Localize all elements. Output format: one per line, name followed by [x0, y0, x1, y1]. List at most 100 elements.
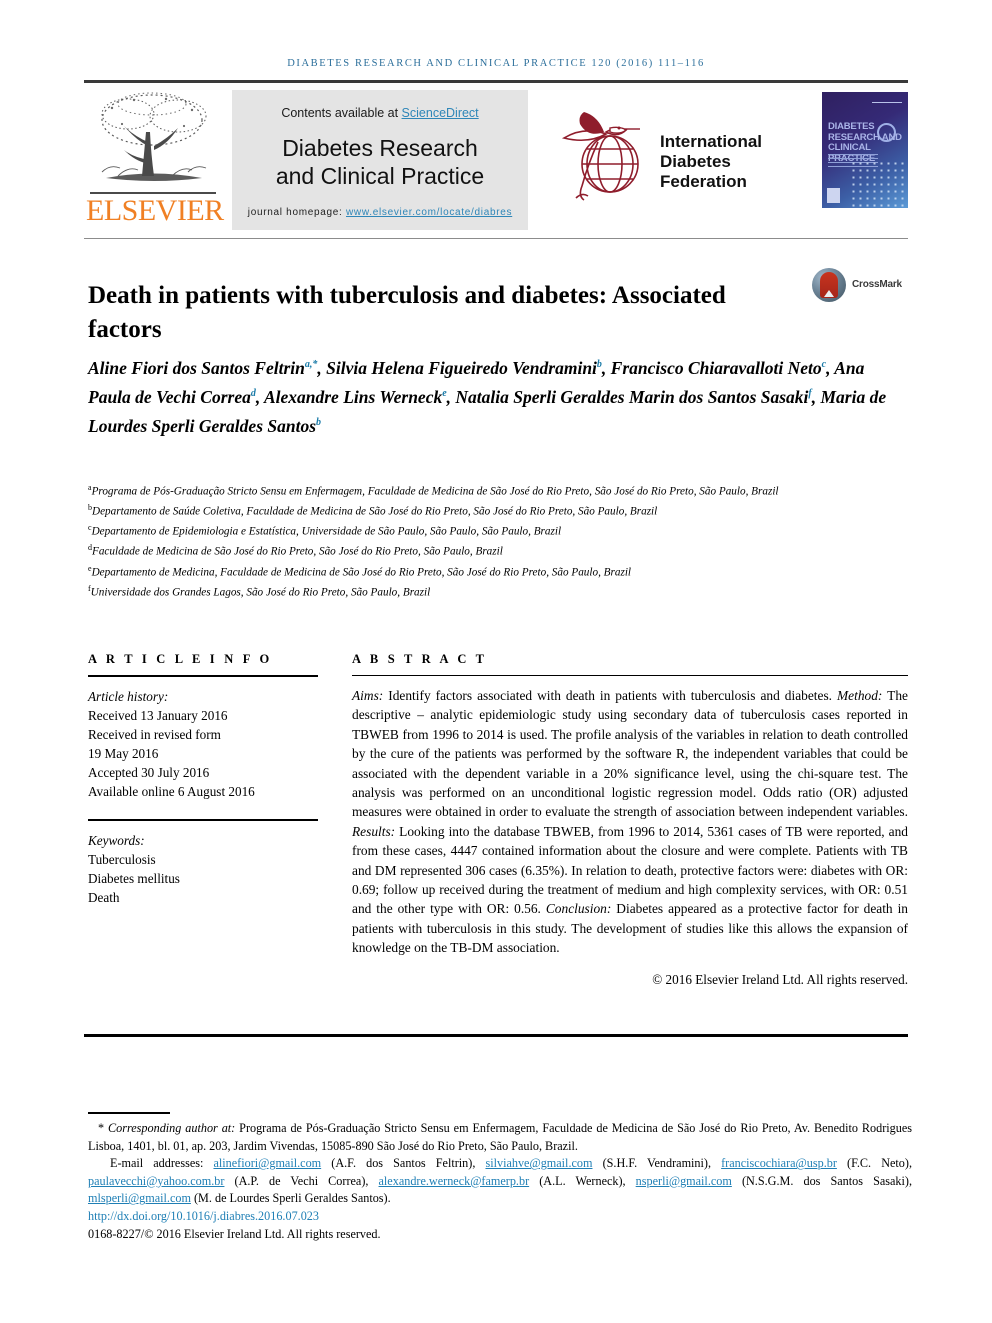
abstract-section-label: Aims: — [352, 688, 384, 703]
journal-title-line-2: and Clinical Practice — [275, 163, 485, 189]
elsevier-tree-icon — [101, 92, 207, 181]
email-link[interactable]: paulavecchi@yahoo.com.br — [88, 1174, 224, 1188]
email-link[interactable]: alinefiori@gmail.com — [213, 1156, 321, 1170]
abstract-body: Aims: Identify factors associated with d… — [352, 686, 908, 958]
article-info-rule — [88, 675, 318, 677]
journal-title-line-1: Diabetes Research — [282, 135, 478, 161]
journal-cover-thumbnail: DIABETES RESEARCH AND CLINICAL PRACTICE — [822, 92, 908, 208]
contents-prefix: Contents available at — [281, 106, 402, 120]
journal-banner: Contents available at ScienceDirect Diab… — [232, 90, 528, 230]
article-history-item: Available online 6 August 2016 — [88, 784, 255, 799]
abstract-section-label: Results: — [352, 823, 396, 839]
affiliation-text: Departamento de Epidemiologia e Estatíst… — [91, 526, 562, 539]
doi-link[interactable]: http://dx.doi.org/10.1016/j.diabres.2016… — [88, 1208, 912, 1226]
journal-masthead: ELSEVIER Contents available at ScienceDi… — [84, 88, 908, 233]
article-info-heading: A R T I C L E I N F O — [88, 652, 273, 666]
abstract-section-text: Identify factors associated with death i… — [383, 688, 838, 703]
abstract-copyright: © 2016 Elsevier Ireland Ltd. All rights … — [652, 971, 908, 987]
email-link[interactable]: silviahve@gmail.com — [485, 1156, 592, 1170]
keyword-item: Diabetes mellitus — [88, 871, 180, 886]
affiliation-item: bDepartamento de Saúde Coletiva, Faculda… — [88, 500, 912, 520]
email-person: (N.S.G.M. dos Santos Sasaki), — [731, 1173, 912, 1188]
idf-logo: International Diabetes Federation — [554, 102, 794, 214]
journal-homepage-link[interactable]: www.elsevier.com/locate/diabres — [346, 207, 512, 218]
footer-rule — [84, 1034, 908, 1037]
affiliation-text: Programa de Pós-Graduação Stricto Sensu … — [91, 485, 779, 498]
abstract-section-text: The descriptive – analytic epidemiologic… — [352, 688, 908, 820]
affiliation-item: aPrograma de Pós-Graduação Stricto Sensu… — [88, 480, 912, 500]
footnote-divider — [88, 1112, 170, 1114]
cover-text-lines — [828, 154, 878, 155]
email-person: (M. de Lourdes Sperli Geraldes Santos). — [190, 1191, 391, 1206]
affiliation-text: Faculdade de Medicina de São José do Rio… — [92, 546, 503, 559]
idf-hummingbird-globe-icon — [561, 112, 640, 201]
footnotes: * Corresponding author at: Programa de P… — [88, 1120, 912, 1243]
cover-publisher-badge — [827, 188, 840, 203]
affiliation-list: aPrograma de Pós-Graduação Stricto Sensu… — [88, 480, 912, 601]
article-history-item: Received in revised form — [88, 727, 221, 742]
keywords-items: Tuberculosis Diabetes mellitus Death — [88, 850, 318, 907]
issn-copyright-line: 0168-8227/© 2016 Elsevier Ireland Ltd. A… — [88, 1226, 381, 1241]
email-person: (A.P. de Vechi Correa), — [224, 1173, 379, 1188]
article-info-column: A R T I C L E I N F O Article history: R… — [88, 652, 318, 907]
email-person: (F.C. Neto), — [836, 1156, 912, 1171]
sciencedirect-link[interactable]: ScienceDirect — [402, 106, 479, 120]
article-history-item: Accepted 30 July 2016 — [88, 765, 210, 780]
article-history-items: Received 13 January 2016 Received in revi… — [88, 706, 318, 801]
abstract-section: Method: The descriptive – analytic epide… — [352, 688, 908, 819]
affiliation-text: Departamento de Saúde Coletiva, Faculdad… — [92, 505, 658, 518]
cover-title-line-1: DIABETES — [828, 121, 875, 132]
keyword-item: Tuberculosis — [88, 852, 156, 867]
email-addresses-list: alinefiori@gmail.com (A.F. dos Santos Fe… — [88, 1156, 912, 1205]
journal-title: Diabetes Research and Clinical Practice — [232, 134, 528, 190]
affiliation-item: dFaculdade de Medicina de São José do Ri… — [88, 540, 912, 560]
email-link[interactable]: mlsperli@gmail.com — [88, 1191, 191, 1205]
affiliation-item: eDepartamento de Medicina, Faculdade de … — [88, 561, 912, 581]
affiliation-item: cDepartamento de Epidemiologia e Estatís… — [88, 520, 912, 540]
article-history-item: Received 13 January 2016 — [88, 708, 228, 723]
idf-wordmark: International Diabetes Federation — [660, 132, 762, 192]
idf-line-1: International — [660, 132, 763, 151]
corresponding-asterisk: * — [98, 1121, 109, 1135]
article-history-item: 19 May 2016 — [88, 746, 159, 761]
abstract-column: A B S T R A C T Aims: Identify factors a… — [352, 652, 908, 988]
email-link[interactable]: franciscochiara@usp.br — [721, 1156, 837, 1170]
article-first-page: Diabetes research and clinical practice … — [0, 0, 992, 1323]
author-list: Aline Fiori dos Santos Feltrina,*, Silvi… — [88, 357, 887, 436]
article-history: Article history: Received 13 January 201… — [88, 687, 318, 801]
masthead-rule — [84, 238, 908, 239]
sciencedirect-line: Contents available at ScienceDirect — [232, 106, 528, 120]
elsevier-wordmark: ELSEVIER — [86, 194, 224, 227]
email-person: (S.H.F. Vendramini), — [592, 1156, 722, 1171]
keywords-label: Keywords: — [88, 833, 145, 848]
crossmark-badge[interactable]: CrossMark — [812, 268, 922, 308]
email-person: (A.L. Werneck), — [529, 1173, 636, 1188]
abstract-section-label: Method: — [837, 688, 883, 703]
idf-line-2: Diabetes — [660, 152, 731, 171]
abstract-rule — [352, 675, 908, 676]
journal-homepage-line: journal homepage: www.elsevier.com/locat… — [232, 207, 528, 218]
email-link[interactable]: nsperli@gmail.com — [636, 1174, 732, 1188]
abstract-section-label: Conclusion: — [545, 901, 612, 917]
idf-line-3: Federation — [660, 172, 747, 191]
page-title: Death in patients with tuberculosis and … — [88, 281, 726, 343]
crossmark-icon — [812, 268, 846, 302]
email-person: (A.F. dos Santos Feltrin), — [321, 1156, 486, 1171]
homepage-label: journal homepage: — [247, 207, 346, 218]
cover-dot-pattern — [850, 160, 908, 208]
keywords-block: Keywords: Tuberculosis Diabetes mellitus D… — [88, 831, 318, 907]
cover-top-rule — [872, 102, 902, 103]
running-head: Diabetes research and clinical practice … — [287, 58, 705, 69]
email-addresses-note: E-mail addresses: alinefiori@gmail.com (… — [88, 1155, 912, 1208]
affiliation-text: Departamento de Medicina, Faculdade de M… — [91, 566, 632, 579]
abstract-section: Aims: Identify factors associated with d… — [352, 688, 837, 703]
crossmark-label: CrossMark — [852, 279, 902, 290]
header-rule — [84, 80, 908, 83]
corresponding-author-note: * Corresponding author at: Programa de P… — [88, 1120, 912, 1155]
email-link[interactable]: alexandre.werneck@famerp.br — [379, 1174, 530, 1188]
email-addresses-label: E-mail addresses: — [110, 1156, 204, 1171]
keywords-rule — [88, 819, 318, 821]
article-history-label: Article history: — [88, 689, 169, 704]
elsevier-logo: ELSEVIER — [84, 88, 224, 233]
crossmark-notch — [824, 290, 834, 297]
